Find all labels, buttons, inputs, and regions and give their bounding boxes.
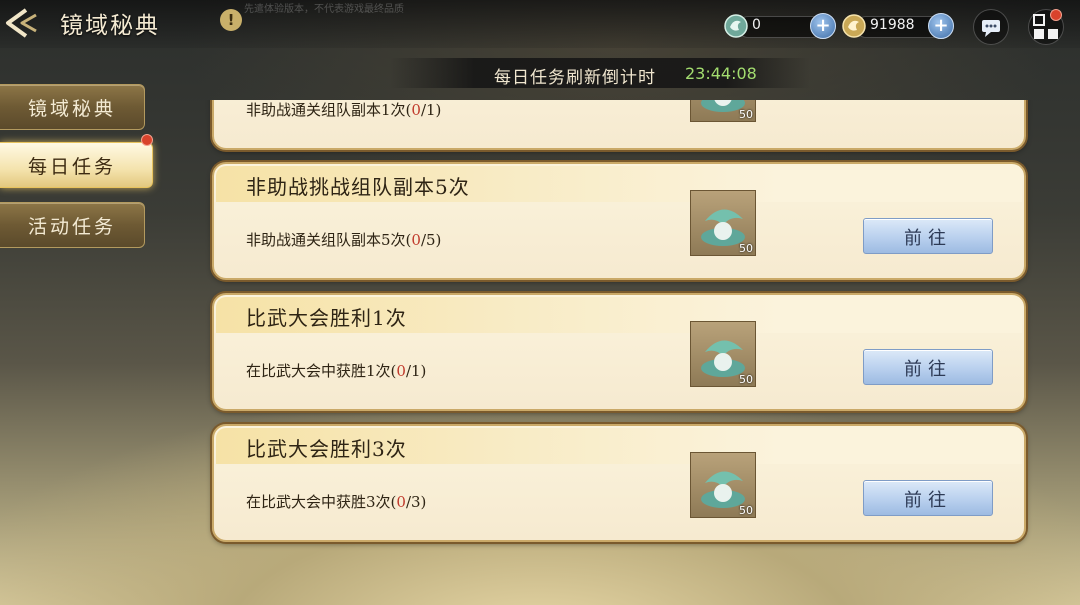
tab-label: 活动任务 xyxy=(28,216,117,238)
gold-dragon-coin-icon xyxy=(842,14,866,38)
go-button[interactable]: 前往 xyxy=(863,349,993,385)
back-arrow-icon xyxy=(6,8,37,38)
reward-item[interactable]: 50 xyxy=(690,452,756,518)
task-description: 在比武大会中获胜3次(0/3) xyxy=(246,493,427,511)
reward-quantity: 50 xyxy=(739,108,753,121)
add-jade-button[interactable]: + xyxy=(810,13,836,39)
task-card: 非助战通关组队副本1次(0/1) 50 前往 xyxy=(212,100,1026,150)
reward-item[interactable]: 50 xyxy=(690,100,756,122)
tab-mirror-codex[interactable]: 镜域秘典 xyxy=(0,84,145,130)
go-button[interactable]: 前往 xyxy=(863,218,993,254)
task-list[interactable]: 非助战通关组队副本1次(0/1) 50 前往 非助战挑战组队副本5次 非助战通关… xyxy=(200,100,1040,605)
jade-currency: 0 + xyxy=(722,12,842,39)
menu-notification-dot xyxy=(1050,9,1062,21)
task-title: 比武大会胜利1次 xyxy=(246,306,407,330)
task-title: 非助战挑战组队副本5次 xyxy=(246,175,470,199)
tab-event-tasks[interactable]: 活动任务 xyxy=(0,202,145,248)
reward-item[interactable]: 50 xyxy=(690,190,756,256)
chat-button[interactable] xyxy=(973,9,1009,45)
top-bar: 镜域秘典 ! 先遣体验版本，不代表游戏最终品质 0 + 91988 + xyxy=(0,0,1080,48)
chat-icon xyxy=(982,20,1000,37)
daily-tasks-badge xyxy=(141,134,153,146)
build-notice: 先遣体验版本，不代表游戏最终品质 xyxy=(244,4,404,15)
task-description: 非助战通关组队副本5次(0/5) xyxy=(246,231,442,249)
reward-quantity: 50 xyxy=(739,373,753,386)
add-gold-button[interactable]: + xyxy=(928,13,954,39)
refresh-countdown-banner: 每日任务刷新倒计时 23:44:08 xyxy=(390,58,810,88)
task-title: 比武大会胜利3次 xyxy=(246,437,407,461)
countdown-time: 23:44:08 xyxy=(685,64,757,83)
reward-quantity: 50 xyxy=(739,504,753,517)
task-card: 比武大会胜利3次 在比武大会中获胜3次(0/3) 50 前往 xyxy=(212,424,1026,542)
tab-label: 镜域秘典 xyxy=(28,98,117,120)
tab-daily-tasks[interactable]: 每日任务 xyxy=(0,142,153,188)
countdown-label: 每日任务刷新倒计时 xyxy=(494,68,656,88)
task-card: 非助战挑战组队副本5次 非助战通关组队副本5次(0/5) 50 前往 xyxy=(212,162,1026,280)
info-icon[interactable]: ! xyxy=(220,9,242,31)
task-description: 非助战通关组队副本1次(0/1) xyxy=(246,101,442,119)
jade-dragon-coin-icon xyxy=(724,14,748,38)
reward-quantity: 50 xyxy=(739,242,753,255)
gold-amount: 91988 xyxy=(870,17,915,33)
task-card: 比武大会胜利1次 在比武大会中获胜1次(0/1) 50 前往 xyxy=(212,293,1026,411)
reward-item[interactable]: 50 xyxy=(690,321,756,387)
go-button[interactable]: 前往 xyxy=(863,480,993,516)
jade-amount: 0 xyxy=(752,17,761,33)
tab-label: 每日任务 xyxy=(28,156,117,178)
gold-currency: 91988 + xyxy=(840,12,960,39)
back-button[interactable] xyxy=(2,6,44,40)
page-title: 镜域秘典 xyxy=(60,13,160,39)
task-description: 在比武大会中获胜1次(0/1) xyxy=(246,362,427,380)
